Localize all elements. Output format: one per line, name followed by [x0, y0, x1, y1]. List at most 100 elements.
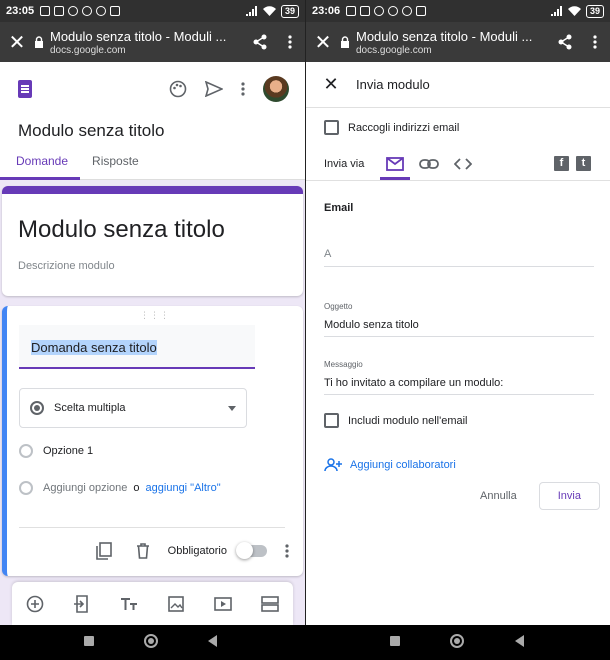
dropdown-arrow-icon	[228, 405, 236, 411]
send-icon[interactable]	[205, 81, 223, 97]
add-video-icon[interactable]	[213, 594, 233, 614]
tab-responses[interactable]: Risposte	[80, 154, 151, 180]
tab-bar: Domande Risposte	[0, 154, 151, 180]
status-time: 23:05	[6, 5, 35, 17]
google-forms-icon[interactable]	[18, 80, 32, 98]
mail-icon	[110, 6, 121, 16]
duplicate-icon[interactable]	[95, 542, 112, 560]
back-icon[interactable]	[515, 635, 524, 647]
radio-icon	[19, 481, 33, 495]
collect-emails-label: Raccogli indirizzi email	[348, 121, 460, 134]
recents-icon[interactable]	[390, 636, 400, 646]
question-type-label: Scelta multipla	[54, 402, 126, 414]
dialog-actions: Annulla Invia	[480, 482, 600, 510]
recents-icon[interactable]	[84, 636, 94, 646]
add-option-row: Aggiungi opzione o aggiungi "Altro"	[19, 481, 221, 495]
dialog-title: Invia modulo	[356, 77, 430, 92]
subject-field[interactable]: Oggetto Modulo senza titolo	[324, 302, 594, 337]
twitter-icon[interactable]: t	[576, 156, 591, 171]
tab-questions[interactable]: Domande	[0, 154, 81, 180]
divider	[19, 527, 285, 528]
home-icon[interactable]	[450, 634, 464, 648]
form-description[interactable]: Descrizione modulo	[18, 260, 115, 272]
browser-bar: ✕ Modulo senza titolo - Moduli ... docs.…	[306, 22, 610, 62]
form-title[interactable]: Modulo senza titolo	[18, 216, 225, 244]
signal-icon	[245, 6, 257, 16]
url-display[interactable]: Modulo senza titolo - Moduli ... docs.go…	[50, 29, 245, 56]
include-form-checkbox[interactable]: Includi modulo nell'email	[324, 413, 468, 428]
drag-handle-icon[interactable]: ⋮⋮⋮	[7, 310, 303, 321]
message-value[interactable]: Ti ho invitato a compilare un modulo:	[324, 377, 594, 394]
gallery-icon	[346, 6, 357, 16]
avatar[interactable]	[263, 76, 289, 102]
system-icons: 39	[550, 4, 604, 18]
close-tab-icon[interactable]: ✕	[0, 30, 34, 55]
add-collaborators-link[interactable]: Aggiungi collaboratori	[324, 458, 456, 472]
question-card[interactable]: ⋮⋮⋮ Domanda senza titolo Scelta multipla…	[2, 306, 303, 576]
url-display[interactable]: Modulo senza titolo - Moduli ... docs.go…	[356, 29, 550, 56]
required-label: Obbligatorio	[167, 545, 227, 557]
delete-icon[interactable]	[136, 543, 150, 559]
add-image-icon[interactable]	[166, 594, 186, 614]
home-icon[interactable]	[144, 634, 158, 648]
add-item-toolbar	[12, 582, 293, 625]
option-label[interactable]: Opzione 1	[43, 445, 93, 457]
back-icon[interactable]	[208, 635, 217, 647]
embed-icon[interactable]	[452, 154, 474, 174]
to-field[interactable]: A	[324, 248, 594, 267]
send-via-bar: Invia via f t	[306, 148, 610, 181]
gallery-icon	[40, 6, 51, 16]
form-header: Modulo senza titolo Domande Risposte	[0, 62, 305, 180]
add-other-link[interactable]: aggiungi "Altro"	[146, 482, 221, 494]
person-add-icon	[324, 458, 342, 472]
include-form-label: Includi modulo nell'email	[348, 414, 468, 427]
link-icon[interactable]	[418, 154, 440, 174]
subject-label: Oggetto	[324, 302, 353, 311]
share-icon[interactable]	[245, 34, 275, 50]
wifi-icon	[262, 6, 276, 16]
dialog-header: ✕ Invia modulo	[306, 62, 610, 108]
palette-icon[interactable]	[169, 80, 187, 98]
more-vert-icon[interactable]	[241, 82, 245, 96]
more-vert-icon[interactable]	[580, 35, 610, 49]
import-questions-icon[interactable]	[72, 594, 92, 614]
page-title: Modulo senza titolo - Moduli ...	[50, 28, 227, 44]
more-vert-icon[interactable]	[275, 35, 305, 49]
form-editor-screen: 23:05 39 ✕ Modulo senza titolo - Moduli …	[0, 0, 305, 625]
message-field[interactable]: Messaggio Ti ho invitato a compilare un …	[324, 360, 594, 395]
form-title-card[interactable]: Modulo senza titolo Descrizione modulo	[2, 186, 303, 296]
share-icon[interactable]	[550, 34, 580, 50]
add-option-link[interactable]: Aggiungi opzione	[43, 482, 127, 494]
document-title[interactable]: Modulo senza titolo	[18, 121, 164, 141]
close-tab-icon[interactable]: ✕	[306, 30, 340, 55]
battery-icon: 39	[280, 4, 299, 18]
checkbox-icon	[324, 413, 339, 428]
question-title-input[interactable]: Domanda senza titolo	[19, 325, 255, 369]
question-type-dropdown[interactable]: Scelta multipla	[19, 388, 247, 428]
collect-emails-checkbox[interactable]: Raccogli indirizzi email	[324, 120, 459, 135]
facebook-icon[interactable]: f	[554, 156, 569, 171]
android-nav-bar	[0, 625, 610, 660]
add-title-icon[interactable]	[119, 594, 139, 614]
option-row[interactable]: Opzione 1	[19, 444, 93, 458]
add-question-icon[interactable]	[25, 594, 45, 614]
required-toggle[interactable]	[236, 542, 267, 559]
send-form-screen: 23:06 39 ✕ Modulo senza titolo - Moduli …	[305, 0, 610, 625]
cancel-button[interactable]: Annulla	[480, 490, 517, 502]
lock-icon	[35, 36, 43, 48]
more-vert-icon[interactable]	[285, 544, 289, 558]
subject-value[interactable]: Modulo senza titolo	[324, 319, 594, 336]
to-placeholder: A	[324, 248, 332, 260]
messenger-icon	[54, 6, 65, 16]
alarm-icon	[68, 6, 79, 16]
close-dialog-icon[interactable]: ✕	[306, 74, 356, 95]
header-actions	[169, 76, 289, 102]
question-footer: Obbligatorio	[95, 542, 289, 560]
status-bar: 23:06 39	[306, 0, 610, 22]
email-icon[interactable]	[384, 154, 406, 174]
add-section-icon[interactable]	[260, 594, 280, 614]
or-label: o	[133, 482, 140, 494]
send-button[interactable]: Invia	[538, 482, 600, 510]
wifi-icon	[567, 6, 581, 16]
telegram-icon	[388, 6, 399, 16]
